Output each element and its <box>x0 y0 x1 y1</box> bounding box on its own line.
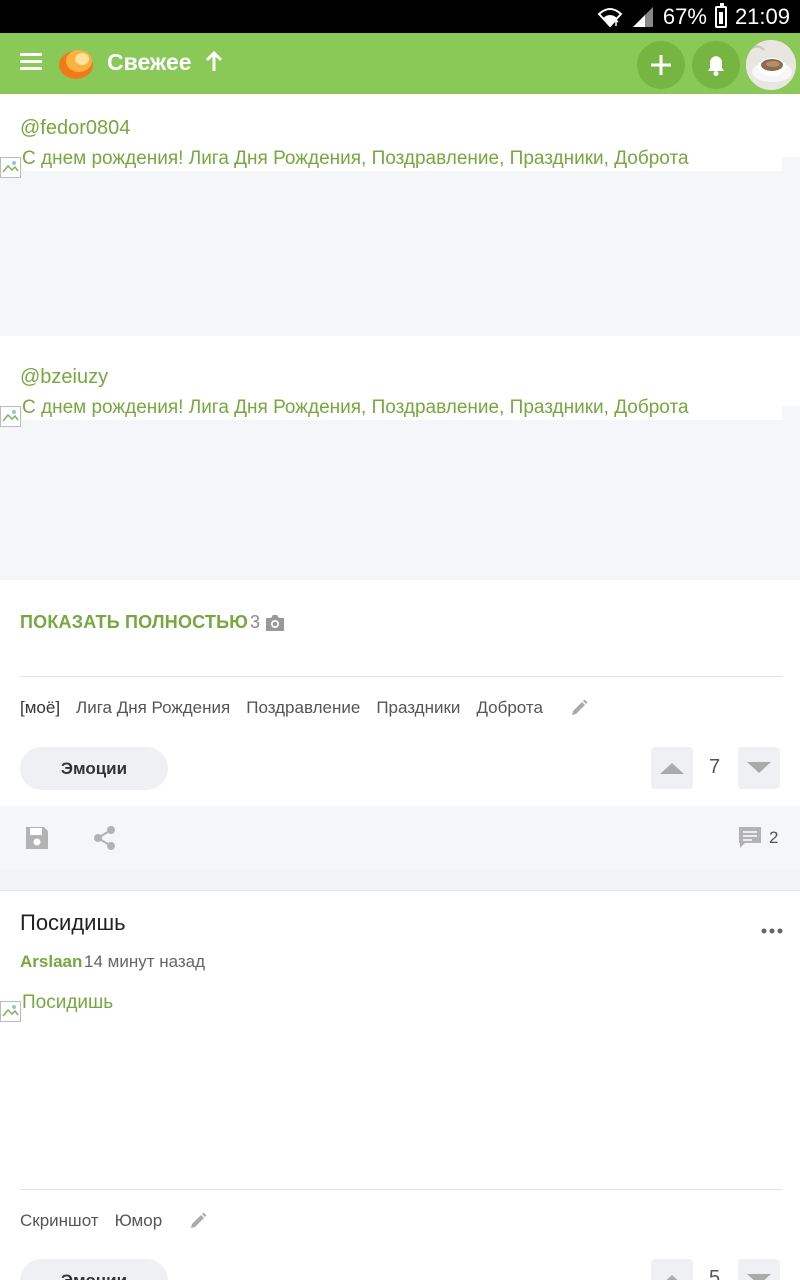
image-alt-text: С днем рождения! Лига Дня Рождения, Позд… <box>22 147 782 171</box>
tag[interactable]: Поздравление <box>246 698 360 718</box>
post-image[interactable]: Посидишь <box>0 991 800 1177</box>
tag-list: Скриншот Юмор <box>20 1211 208 1231</box>
camera-icon <box>264 614 286 632</box>
edit-tags-pencil-icon[interactable] <box>569 698 589 718</box>
broken-image-icon <box>0 406 21 427</box>
post-image[interactable]: С днем рождения! Лига Дня Рождения, Позд… <box>0 147 800 336</box>
tag[interactable]: Юмор <box>115 1211 163 1231</box>
rating-count: 7 <box>709 756 721 778</box>
upvote-button[interactable] <box>651 1259 693 1280</box>
edit-tags-pencil-icon[interactable] <box>188 1211 208 1231</box>
save-icon[interactable] <box>24 825 50 851</box>
upvote-button[interactable] <box>651 747 693 789</box>
divider <box>20 1189 782 1190</box>
show-full-button[interactable]: ПОКАЗАТЬ ПОЛНОСТЬЮ <box>20 612 248 633</box>
signal-icon <box>631 6 655 28</box>
app-bar: Свежее <box>0 33 800 94</box>
downvote-button[interactable] <box>738 747 780 789</box>
downvote-button[interactable] <box>738 1259 780 1280</box>
comments-icon[interactable] <box>737 825 763 851</box>
tag[interactable]: Праздники <box>376 698 460 718</box>
broken-image-icon <box>0 1001 21 1022</box>
image-alt-text: С днем рождения! Лига Дня Рождения, Позд… <box>22 396 782 420</box>
rating-count: 5 <box>709 1267 721 1280</box>
app-logo[interactable] <box>57 45 95 81</box>
emotions-button[interactable]: Эмоции <box>20 1259 168 1280</box>
status-bar: 67% 21:09 <box>0 0 800 33</box>
post-image[interactable]: С днем рождения! Лига Дня Рождения, Позд… <box>0 396 800 580</box>
post-author[interactable]: Arslaan <box>20 952 82 972</box>
notifications-button[interactable] <box>692 41 740 89</box>
image-alt-text: Посидишь <box>22 991 222 1015</box>
clock: 21:09 <box>734 3 790 29</box>
tag[interactable]: [моё] <box>20 698 60 718</box>
post-time: 14 минут назад <box>84 952 206 971</box>
avatar[interactable] <box>746 40 796 90</box>
battery-icon <box>714 2 727 28</box>
tag[interactable]: Лига Дня Рождения <box>76 698 230 718</box>
battery-percent: 67% <box>662 3 707 29</box>
user-mention[interactable]: @bzeiuzy <box>20 366 108 389</box>
more-options-icon[interactable] <box>760 922 784 934</box>
photo-count: 3 <box>250 612 261 632</box>
tag[interactable]: Скриншот <box>20 1211 99 1231</box>
user-mention[interactable]: @fedor0804 <box>20 117 130 140</box>
broken-image-icon <box>0 157 21 178</box>
post-separator <box>0 869 800 891</box>
menu-icon[interactable] <box>20 53 42 71</box>
divider <box>20 676 782 677</box>
tag[interactable]: Доброта <box>476 698 542 718</box>
tag-list: [моё] Лига Дня Рождения Поздравление Пра… <box>20 698 589 718</box>
add-post-button[interactable] <box>637 41 685 89</box>
post-action-bar: 2 <box>0 806 800 869</box>
emotions-button[interactable]: Эмоции <box>20 747 168 790</box>
sort-arrow-up-icon[interactable] <box>204 49 224 75</box>
comments-count[interactable]: 2 <box>769 828 778 848</box>
bell-icon <box>708 56 724 76</box>
page-title[interactable]: Свежее <box>107 49 192 76</box>
share-icon[interactable] <box>93 825 117 851</box>
wifi-icon <box>597 6 623 28</box>
post-title[interactable]: Посидишь <box>20 910 126 936</box>
